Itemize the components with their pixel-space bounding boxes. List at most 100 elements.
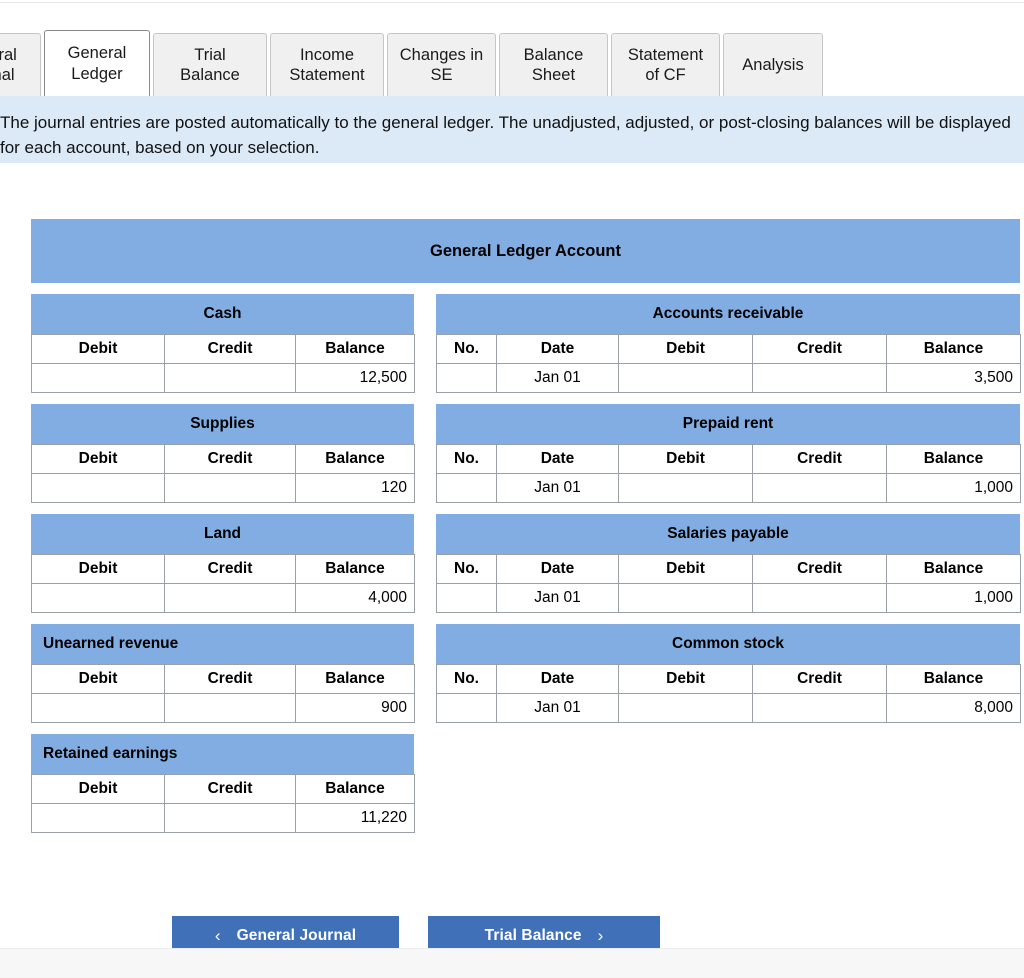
table-row: 120 bbox=[31, 473, 415, 503]
tab-changes-in-se[interactable]: Changes in SE bbox=[387, 33, 496, 96]
account-block: Prepaid rent No. Date Debit Credit Balance Jan… bbox=[436, 404, 1021, 503]
column-header-credit: Credit bbox=[164, 774, 296, 804]
cell-date: Jan 01 bbox=[496, 363, 619, 393]
cell-credit bbox=[164, 583, 296, 613]
column-header-date: Date bbox=[496, 444, 619, 474]
table-row: Jan 01 3,500 bbox=[436, 363, 1021, 393]
table-header-row: No. Date Debit Credit Balance bbox=[436, 664, 1021, 694]
cell-credit bbox=[164, 363, 296, 393]
cell-credit bbox=[164, 693, 296, 723]
column-header-debit: Debit bbox=[618, 334, 753, 364]
cell-no bbox=[436, 363, 497, 393]
tab-general-journal[interactable]: General Journal bbox=[0, 33, 41, 96]
column-header-credit: Credit bbox=[752, 664, 887, 694]
general-journal-button-label: General Journal bbox=[236, 926, 357, 944]
account-block: Supplies Debit Credit Balance 120 bbox=[31, 404, 415, 503]
account-table: Debit Credit Balance 120 bbox=[31, 444, 415, 503]
column-header-credit: Credit bbox=[164, 664, 296, 694]
tab-statement-of-cf[interactable]: Statement of CF bbox=[611, 33, 720, 96]
account-name-header: Supplies bbox=[31, 404, 414, 444]
account-name-header: Prepaid rent bbox=[436, 404, 1020, 444]
cell-debit bbox=[31, 803, 165, 833]
column-header-debit: Debit bbox=[31, 664, 165, 694]
tab-trial-balance[interactable]: Trial Balance bbox=[153, 33, 267, 96]
cell-credit bbox=[164, 473, 296, 503]
ledger-page: General Journal General Ledger Trial Balan… bbox=[0, 0, 1024, 978]
cell-no bbox=[436, 583, 497, 613]
table-row: Jan 01 1,000 bbox=[436, 473, 1021, 503]
top-divider bbox=[0, 2, 1024, 3]
tab-label: Analysis bbox=[742, 55, 804, 74]
account-name: Prepaid rent bbox=[682, 415, 774, 432]
cell-balance: 1,000 bbox=[886, 473, 1021, 503]
account-grid: Cash Debit Credit Balance 12,500 Accounts rec… bbox=[31, 294, 1024, 833]
column-header-debit: Debit bbox=[31, 774, 165, 804]
cell-balance: 4,000 bbox=[295, 583, 415, 613]
account-block: Accounts receivable No. Date Debit Credit Bal… bbox=[436, 294, 1021, 393]
tab-label: Trial Balance bbox=[180, 45, 240, 84]
column-header-credit: Credit bbox=[752, 554, 887, 584]
account-table: No. Date Debit Credit Balance Jan 01 8,000 bbox=[436, 664, 1021, 723]
account-pair-row: Unearned revenue Debit Credit Balance 900 Com… bbox=[31, 624, 1024, 723]
tab-income-statement[interactable]: Income Statement bbox=[270, 33, 384, 96]
horizontal-scrollbar-track[interactable] bbox=[0, 948, 1024, 978]
column-header-credit: Credit bbox=[164, 334, 296, 364]
account-block: Salaries payable No. Date Debit Credit Balanc… bbox=[436, 514, 1021, 613]
column-header-debit: Debit bbox=[618, 444, 753, 474]
general-ledger-title: General Ledger Account bbox=[31, 219, 1020, 283]
table-row: 900 bbox=[31, 693, 415, 723]
cell-date: Jan 01 bbox=[496, 583, 619, 613]
account-table: Debit Credit Balance 12,500 bbox=[31, 334, 415, 393]
account-name: Unearned revenue bbox=[43, 635, 179, 652]
cell-debit bbox=[618, 473, 753, 503]
column-header-balance: Balance bbox=[886, 554, 1021, 584]
column-header-date: Date bbox=[496, 554, 619, 584]
info-banner-text: The journal entries are posted automatic… bbox=[0, 113, 1011, 157]
table-header-row: Debit Credit Balance bbox=[31, 664, 415, 694]
table-header-row: Debit Credit Balance bbox=[31, 334, 415, 364]
column-header-credit: Credit bbox=[752, 334, 887, 364]
cell-no bbox=[436, 693, 497, 723]
cell-credit bbox=[752, 363, 887, 393]
table-row: Jan 01 1,000 bbox=[436, 583, 1021, 613]
column-header-no: No. bbox=[436, 334, 497, 364]
cell-date: Jan 01 bbox=[496, 693, 619, 723]
tab-label: General Journal bbox=[0, 45, 17, 84]
account-name: Cash bbox=[203, 305, 242, 322]
column-header-balance: Balance bbox=[886, 334, 1021, 364]
trial-balance-button-label: Trial Balance bbox=[484, 926, 582, 944]
account-name-header: Retained earnings bbox=[31, 734, 414, 774]
account-name: Common stock bbox=[672, 635, 784, 652]
column-header-debit: Debit bbox=[618, 664, 753, 694]
cell-balance: 1,000 bbox=[886, 583, 1021, 613]
account-pair-row: Supplies Debit Credit Balance 120 Prepaid ren… bbox=[31, 404, 1024, 503]
account-name-header: Unearned revenue bbox=[31, 624, 414, 664]
table-header-row: No. Date Debit Credit Balance bbox=[436, 334, 1021, 364]
chevron-right-icon: › bbox=[597, 926, 604, 945]
cell-balance: 900 bbox=[295, 693, 415, 723]
cell-balance: 120 bbox=[295, 473, 415, 503]
column-header-credit: Credit bbox=[752, 444, 887, 474]
account-pair-row: Retained earnings Debit Credit Balance 11,22… bbox=[31, 734, 1024, 833]
cell-credit bbox=[752, 693, 887, 723]
account-name: Supplies bbox=[190, 415, 255, 432]
cell-debit bbox=[618, 583, 753, 613]
column-header-credit: Credit bbox=[164, 554, 296, 584]
tab-analysis[interactable]: Analysis bbox=[723, 33, 823, 96]
column-header-balance: Balance bbox=[295, 334, 415, 364]
tab-general-ledger[interactable]: General Ledger bbox=[44, 30, 150, 96]
column-header-credit: Credit bbox=[164, 444, 296, 474]
cell-balance: 8,000 bbox=[886, 693, 1021, 723]
column-header-balance: Balance bbox=[295, 664, 415, 694]
chevron-left-icon: ‹ bbox=[214, 926, 221, 945]
cell-no bbox=[436, 473, 497, 503]
info-banner: The journal entries are posted automatic… bbox=[0, 96, 1024, 163]
table-row: 4,000 bbox=[31, 583, 415, 613]
account-name-header: Accounts receivable bbox=[436, 294, 1020, 334]
tab-balance-sheet[interactable]: Balance Sheet bbox=[499, 33, 608, 96]
column-header-balance: Balance bbox=[295, 444, 415, 474]
account-table: No. Date Debit Credit Balance Jan 01 3,500 bbox=[436, 334, 1021, 393]
cell-balance: 12,500 bbox=[295, 363, 415, 393]
tab-label: Changes in SE bbox=[399, 45, 484, 84]
account-table: No. Date Debit Credit Balance Jan 01 1,000 bbox=[436, 444, 1021, 503]
